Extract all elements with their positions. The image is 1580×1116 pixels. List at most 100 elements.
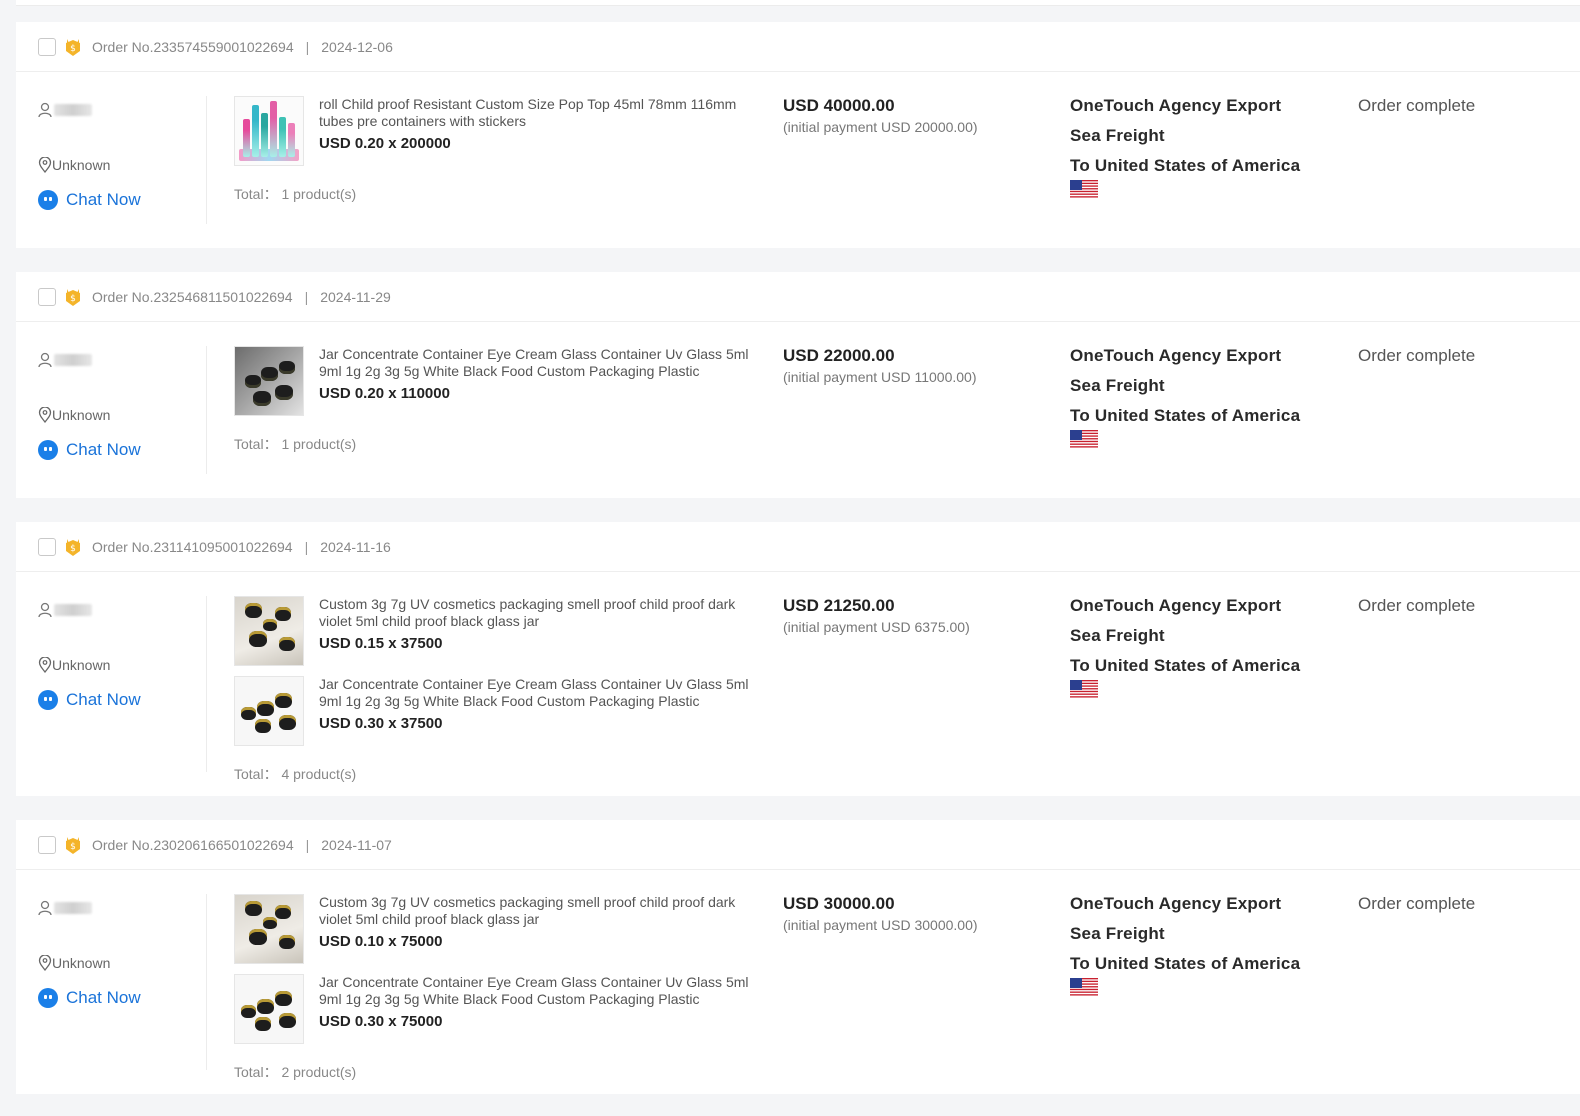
order-number[interactable]: Order No.233574559001022694 — [92, 39, 294, 55]
product-thumbnail[interactable] — [234, 96, 304, 166]
product-list: Custom 3g 7g UV cosmetics packaging smel… — [234, 894, 764, 1082]
order-checkbox[interactable] — [38, 835, 56, 854]
product-title[interactable]: roll Child proof Resistant Custom Size P… — [319, 96, 759, 130]
order-header: $ Order No.230206166501022694 | 2024-11-07 — [16, 820, 1580, 870]
chat-now-button[interactable]: Chat Now — [38, 440, 206, 460]
product-thumbnail[interactable] — [234, 974, 304, 1044]
order-checkbox[interactable] — [38, 37, 56, 56]
order-number[interactable]: Order No.230206166501022694 — [92, 837, 294, 853]
order-date: 2024-12-06 — [321, 38, 393, 55]
product-title[interactable]: Custom 3g 7g UV cosmetics packaging smel… — [319, 596, 759, 630]
order-header: $ Order No.231141095001022694 | 2024-11-16 — [16, 522, 1580, 572]
gold-supplier-medal-icon: $ — [64, 37, 82, 57]
order-checkbox[interactable] — [38, 287, 56, 306]
column-divider — [206, 346, 207, 474]
buyer-info: Unknown Chat Now — [38, 350, 206, 460]
order-amount: USD 30000.00 (initial payment USD 30000.0… — [783, 894, 978, 933]
product-list: Jar Concentrate Container Eye Cream Glas… — [234, 346, 764, 454]
product-thumbnail[interactable] — [234, 596, 304, 666]
chat-bubble-icon — [38, 690, 58, 710]
buyer-name — [38, 350, 206, 370]
column-divider — [206, 96, 207, 224]
us-flag-graphic — [1070, 180, 1098, 199]
order-body: Unknown Chat Now Jar Concentrate Container… — [16, 322, 1580, 498]
divider: | — [305, 836, 310, 853]
divider: | — [305, 38, 310, 55]
order-date: 2024-11-07 — [321, 836, 392, 853]
shipping-info: OneTouch Agency Export Sea Freight To Unit… — [1070, 596, 1300, 699]
order-header: $ Order No.233574559001022694 | 2024-12-06 — [16, 22, 1580, 72]
chat-now-button[interactable]: Chat Now — [38, 690, 206, 710]
product-info: Custom 3g 7g UV cosmetics packaging smel… — [319, 596, 759, 676]
chat-now-button[interactable]: Chat Now — [38, 988, 206, 1008]
us-flag-graphic — [1070, 680, 1098, 699]
product-price: USD 0.15 x 37500 — [319, 635, 443, 652]
product-thumbnail[interactable] — [234, 676, 304, 746]
order-amount: USD 40000.00 (initial payment USD 20000.0… — [783, 96, 978, 135]
product-price: USD 0.20 x 200000 — [319, 135, 451, 152]
order-list: $ Order No.233574559001022694 | 2024-12-06 U… — [16, 0, 1580, 1116]
product-info: Jar Concentrate Container Eye Cream Glas… — [319, 346, 759, 426]
destination: To United States of America — [1070, 406, 1301, 425]
order-amount: USD 21250.00 (initial payment USD 6375.00… — [783, 596, 970, 635]
buyer-name-redacted — [54, 354, 92, 366]
order-date: 2024-11-16 — [320, 538, 391, 555]
buyer-location: Unknown — [38, 955, 206, 971]
product-title[interactable]: Jar Concentrate Container Eye Cream Glas… — [319, 676, 759, 710]
product-total: Total： 4 product(s) — [234, 766, 357, 782]
svg-text:$: $ — [70, 294, 76, 304]
location-pin-icon — [38, 157, 52, 173]
product-title[interactable]: Jar Concentrate Container Eye Cream Glas… — [319, 346, 759, 380]
product-thumbnail[interactable] — [234, 346, 304, 416]
product-thumbnail[interactable] — [234, 894, 304, 964]
buyer-info: Unknown Chat Now — [38, 898, 206, 1008]
order-checkbox[interactable] — [38, 537, 56, 556]
chat-bubble-icon — [38, 190, 58, 210]
user-icon — [38, 900, 52, 916]
location-pin-icon — [38, 955, 52, 971]
order-card: $ Order No.230206166501022694 | 2024-11-07 U… — [16, 820, 1580, 1094]
agency-service: OneTouch Agency Export — [1070, 96, 1282, 115]
order-card: $ Order No.233574559001022694 | 2024-12-06 U… — [16, 22, 1580, 248]
order-status: Order complete — [1358, 96, 1476, 115]
gold-supplier-medal-icon: $ — [64, 835, 82, 855]
destination: To United States of America — [1070, 954, 1301, 973]
us-flag-icon — [1070, 680, 1098, 699]
shipping-info: OneTouch Agency Export Sea Freight To Unit… — [1070, 894, 1300, 997]
initial-payment: (initial payment USD 30000.00) — [783, 917, 978, 933]
order-card: $ Order No.232546811501022694 | 2024-11-29 U… — [16, 272, 1580, 498]
us-flag-graphic — [1070, 430, 1098, 449]
product-info: Jar Concentrate Container Eye Cream Glas… — [319, 676, 759, 756]
product-total: Total： 1 product(s) — [234, 436, 357, 452]
freight-method: Sea Freight — [1070, 924, 1165, 943]
chat-now-button[interactable]: Chat Now — [38, 190, 206, 210]
buyer-name — [38, 898, 206, 918]
us-flag-icon — [1070, 180, 1098, 199]
order-total-amount: USD 30000.00 — [783, 894, 895, 913]
chat-bubble-icon — [38, 988, 58, 1008]
gold-supplier-medal-icon: $ — [64, 287, 82, 307]
product-total: Total： 1 product(s) — [234, 186, 357, 202]
agency-service: OneTouch Agency Export — [1070, 894, 1282, 913]
medal-icon: $ — [66, 288, 80, 306]
order-date: 2024-11-29 — [320, 288, 391, 305]
user-icon — [38, 352, 52, 368]
order-number[interactable]: Order No.232546811501022694 — [92, 289, 293, 305]
divider: | — [304, 538, 309, 555]
gold-supplier-medal-icon: $ — [64, 537, 82, 557]
medal-icon: $ — [66, 538, 80, 556]
product-title[interactable]: Custom 3g 7g UV cosmetics packaging smel… — [319, 894, 759, 928]
chat-now-label: Chat Now — [66, 190, 141, 209]
svg-text:$: $ — [70, 842, 76, 852]
location-pin-icon — [38, 657, 52, 673]
product-price: USD 0.20 x 110000 — [319, 385, 450, 402]
chat-now-label: Chat Now — [66, 440, 141, 459]
order-number[interactable]: Order No.231141095001022694 — [92, 539, 293, 555]
buyer-location: Unknown — [38, 407, 206, 423]
initial-payment: (initial payment USD 6375.00) — [783, 619, 970, 635]
product-item: Jar Concentrate Container Eye Cream Glas… — [234, 346, 764, 426]
order-status: Order complete — [1358, 346, 1476, 365]
product-title[interactable]: Jar Concentrate Container Eye Cream Glas… — [319, 974, 759, 1008]
product-price: USD 0.10 x 75000 — [319, 933, 443, 950]
order-body: Unknown Chat Now Custom 3g 7g UV cosmetics… — [16, 572, 1580, 796]
